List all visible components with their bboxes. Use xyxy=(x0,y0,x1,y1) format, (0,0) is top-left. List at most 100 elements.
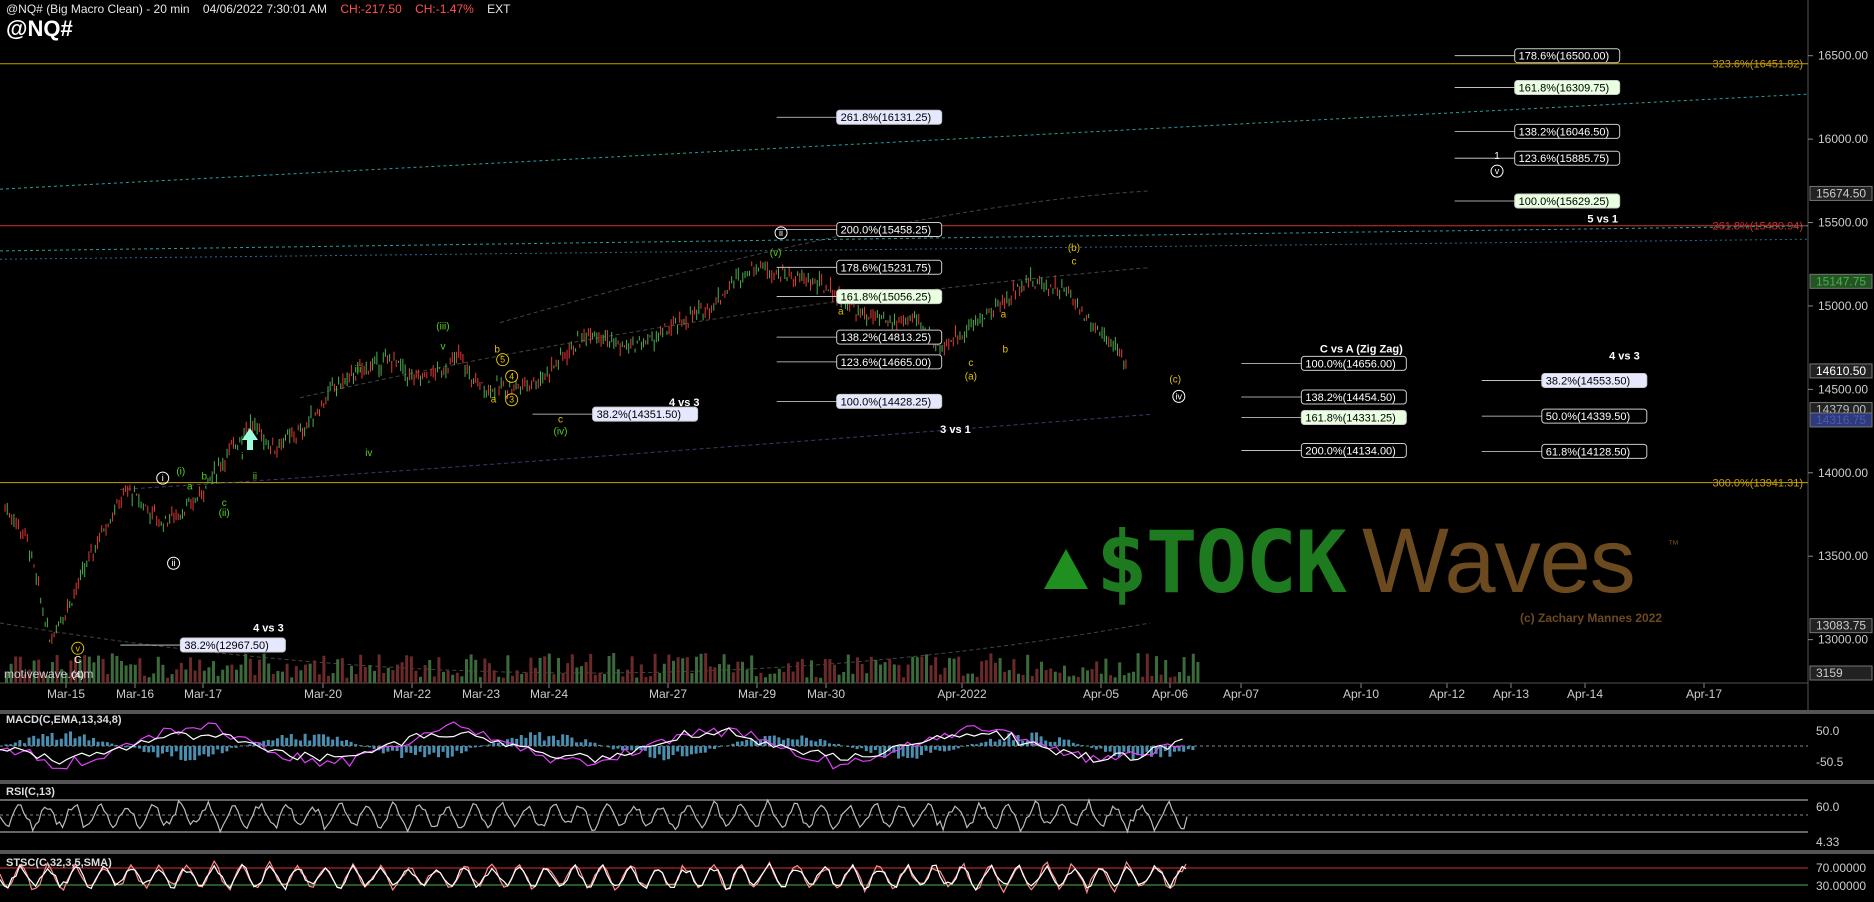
macd-histogram-bar xyxy=(23,743,26,746)
volume-bar xyxy=(166,677,169,683)
volume-bar xyxy=(115,655,119,683)
macd-histogram-bar xyxy=(947,746,951,751)
x-tick-label: Mar-24 xyxy=(530,687,568,701)
macd-histogram-bar xyxy=(717,746,721,748)
volume-bar xyxy=(377,654,381,683)
macd-histogram-bar xyxy=(303,733,307,746)
x-tick-label: Apr-10 xyxy=(1343,687,1379,701)
macd-histogram-bar xyxy=(607,746,611,748)
volume-bar xyxy=(681,658,685,683)
volume-bar xyxy=(409,656,413,683)
macd-histogram-bar xyxy=(731,743,735,746)
volume-bar xyxy=(501,677,505,683)
volume-bar xyxy=(511,675,514,683)
macd-histogram-bar xyxy=(151,746,155,753)
volume-bar xyxy=(888,658,892,683)
chart-svg[interactable]: 16500.00 16000.00 15500.00 15000.00 14500.00… xyxy=(0,0,1874,902)
circled-wave-text: 5 xyxy=(500,355,505,365)
fib-label: 123.6%(14665.00) xyxy=(841,357,932,369)
macd-histogram-bar xyxy=(1062,739,1066,746)
volume-bar xyxy=(787,663,790,683)
macd-histogram-bar xyxy=(156,746,160,758)
macd-histogram-bar xyxy=(36,738,40,746)
macd-histogram-bar xyxy=(299,740,302,746)
volume-bar xyxy=(998,658,1002,683)
macd-histogram-bar xyxy=(418,746,422,752)
volume-bar xyxy=(483,658,487,683)
macd-histogram-bar xyxy=(906,746,910,758)
macd-histogram-bar xyxy=(1186,746,1190,750)
x-tick-label: Mar-27 xyxy=(649,687,687,701)
macd-histogram-bar xyxy=(584,739,588,746)
symbol-description: @NQ# (Big Macro Clean) - 20 min xyxy=(6,2,190,16)
volume-bar xyxy=(488,663,491,683)
macd-histogram-bar xyxy=(317,734,321,746)
volume-bar xyxy=(414,670,418,683)
macd-histogram-bar xyxy=(703,746,707,753)
macd-histogram-bar xyxy=(372,746,376,750)
macd-histogram-bar xyxy=(864,746,868,752)
volume-bar xyxy=(1136,653,1140,683)
volume-bar xyxy=(534,667,537,683)
macd-histogram-bar xyxy=(736,741,739,746)
x-tick-label: Apr-05 xyxy=(1083,687,1119,701)
chart-stage[interactable]: 16500.00 16000.00 15500.00 15000.00 14500.00… xyxy=(0,0,1874,902)
volume-bar xyxy=(731,672,735,683)
macd-histogram-bar xyxy=(818,738,822,746)
volume-bar xyxy=(911,656,915,683)
symbol-title: @NQ# xyxy=(6,16,73,41)
wave-annotation: 4 vs 3 xyxy=(1609,350,1640,362)
circled-wave-text: v xyxy=(75,643,80,653)
macd-histogram-bar xyxy=(368,746,371,748)
macd-histogram-bar xyxy=(966,745,969,746)
volume-bar xyxy=(281,671,284,683)
circled-wave-text: v xyxy=(1495,166,1500,176)
volume-bar xyxy=(437,657,441,683)
macd-histogram-bar xyxy=(69,731,72,746)
macd-histogram-bar xyxy=(92,737,95,746)
chart-datetime: 04/06/2022 7:30:01 AM xyxy=(202,2,328,16)
macd-histogram-bar xyxy=(713,746,716,749)
macd-histogram-bar xyxy=(1140,746,1144,758)
macd-histogram-bar xyxy=(975,744,979,746)
volume-bar xyxy=(442,671,445,683)
chart-header: @NQ# (Big Macro Clean) - 20 min 04/06/20… xyxy=(6,2,520,16)
volume-bar xyxy=(317,674,321,683)
volume-bar xyxy=(359,654,363,683)
volume-bar xyxy=(948,657,951,683)
macd-histogram-bar xyxy=(312,734,316,746)
volume-bar xyxy=(616,669,620,683)
volume-bar xyxy=(1090,669,1094,683)
volume-bar xyxy=(897,664,901,683)
macd-histogram-bar xyxy=(1159,746,1163,758)
macd-histogram-bar xyxy=(846,746,850,747)
volume-bar xyxy=(446,670,450,683)
volume-bar xyxy=(129,664,133,683)
x-tick-label: Apr-17 xyxy=(1686,687,1722,701)
macd-histogram-bar xyxy=(460,746,463,754)
volume-bar xyxy=(754,676,758,683)
macd-histogram-bar xyxy=(708,746,712,749)
macd-histogram-bar xyxy=(193,746,197,761)
macd-histogram-bar xyxy=(1002,741,1006,746)
macd-histogram-bar xyxy=(161,746,164,754)
volume-bar xyxy=(777,668,781,683)
macd-histogram-bar xyxy=(579,742,583,746)
macd-histogram-bar xyxy=(266,739,270,746)
volume-bar xyxy=(819,677,823,683)
volume-bar xyxy=(589,653,593,683)
volume-bar xyxy=(570,654,574,683)
volume-bar xyxy=(984,660,988,683)
volume-bar xyxy=(179,662,183,683)
volume-bar xyxy=(1053,671,1057,683)
volume-bar xyxy=(828,659,832,683)
macd-histogram-bar xyxy=(998,739,1002,746)
level-line-label: 261.8%(15480.94) xyxy=(1712,221,1803,233)
macd-histogram-bar xyxy=(165,746,169,752)
volume-bar xyxy=(856,657,859,683)
volume-bar xyxy=(327,675,330,683)
volume-bar xyxy=(524,672,528,683)
circled-wave-text: i xyxy=(162,473,164,483)
macd-histogram-bar xyxy=(989,738,992,746)
fib-label: 178.6%(15231.75) xyxy=(841,262,932,274)
